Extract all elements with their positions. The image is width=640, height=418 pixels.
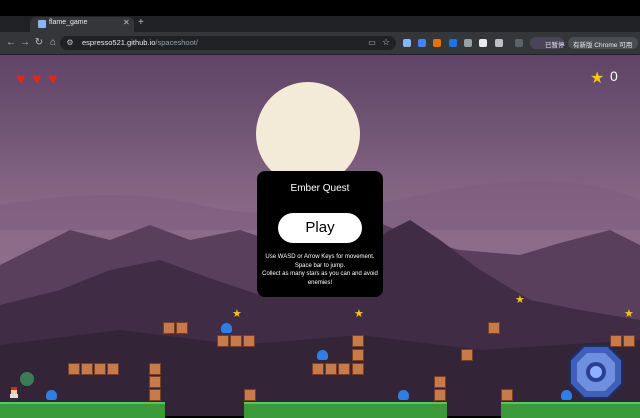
brick-block bbox=[312, 363, 324, 375]
brick-block bbox=[217, 335, 229, 347]
enemy-slime bbox=[317, 350, 328, 360]
brick-block bbox=[94, 363, 106, 375]
heart-icon: ♥ bbox=[16, 71, 26, 88]
back-icon[interactable]: ← bbox=[5, 37, 17, 48]
lives-display: ♥ ♥ ♥ bbox=[16, 71, 62, 88]
brick-block bbox=[68, 363, 80, 375]
jump-button[interactable] bbox=[20, 372, 34, 386]
star-pickup-icon: ★ bbox=[515, 294, 525, 306]
brick-block bbox=[434, 389, 446, 401]
tab-favicon-icon bbox=[38, 20, 46, 28]
brick-block bbox=[352, 363, 364, 375]
extension-3-icon[interactable] bbox=[433, 39, 441, 47]
instructions-line: Space bar to jump. bbox=[294, 262, 346, 269]
star-pickup-icon: ★ bbox=[624, 308, 634, 320]
score-value: 0 bbox=[610, 68, 618, 84]
brick-block bbox=[623, 335, 635, 347]
brick-block bbox=[338, 363, 350, 375]
brick-block bbox=[243, 335, 255, 347]
tab-close-icon[interactable]: ✕ bbox=[123, 18, 130, 27]
brick-block bbox=[325, 363, 337, 375]
star-pickup-icon: ★ bbox=[232, 308, 242, 320]
brick-block bbox=[461, 349, 473, 361]
brick-block bbox=[352, 335, 364, 347]
player-character bbox=[10, 387, 18, 401]
brick-block bbox=[488, 322, 500, 334]
home-icon[interactable]: ⌂ bbox=[47, 37, 59, 48]
brick-block bbox=[107, 363, 119, 375]
brick-block bbox=[149, 376, 161, 388]
brick-block bbox=[352, 349, 364, 361]
extension-2-icon[interactable] bbox=[418, 39, 426, 47]
instructions-line: Collect as many stars as you can and avo… bbox=[262, 271, 378, 286]
instructions-text: Use WASD or Arrow Keys for movement. Spa… bbox=[260, 253, 380, 287]
brick-block bbox=[434, 376, 446, 388]
extensions-puzzle-icon[interactable] bbox=[495, 39, 503, 47]
brick-block bbox=[230, 335, 242, 347]
url-host: espresso521.github.io bbox=[82, 38, 156, 47]
tab-title: flame_game bbox=[49, 19, 88, 26]
brick-block bbox=[176, 322, 188, 334]
enemy-slime bbox=[221, 323, 232, 333]
brick-block bbox=[163, 322, 175, 334]
url-path: /spaceshoot/ bbox=[155, 38, 198, 47]
bookmark-star-icon[interactable]: ☆ bbox=[380, 37, 392, 48]
forward-icon[interactable]: → bbox=[19, 37, 31, 48]
star-pickup-icon: ★ bbox=[354, 308, 364, 320]
side-panel-icon[interactable] bbox=[515, 39, 523, 47]
brick-block bbox=[149, 363, 161, 375]
extension-1-icon[interactable] bbox=[403, 39, 411, 47]
os-top-bar bbox=[0, 0, 640, 16]
extension-6-icon[interactable] bbox=[479, 39, 487, 47]
enemy-slime bbox=[398, 390, 409, 400]
brick-block bbox=[149, 389, 161, 401]
reload-icon[interactable]: ↻ bbox=[33, 37, 45, 48]
profile-label: 已暂停 bbox=[545, 42, 565, 49]
extension-4-icon[interactable] bbox=[449, 39, 457, 47]
play-button[interactable]: Play bbox=[278, 213, 362, 243]
update-chrome-label: 有新版 Chrome 可用 bbox=[573, 42, 633, 49]
site-info-icon[interactable]: ⚙ bbox=[64, 38, 76, 47]
virtual-joystick[interactable] bbox=[568, 344, 624, 400]
instructions-line: Use WASD or Arrow Keys for movement. bbox=[265, 254, 375, 260]
brick-block bbox=[501, 389, 513, 401]
url-text[interactable]: espresso521.github.io/spaceshoot/ bbox=[82, 38, 198, 47]
heart-icon: ♥ bbox=[32, 71, 42, 88]
brick-block bbox=[81, 363, 93, 375]
enemy-slime bbox=[46, 390, 57, 400]
extension-5-icon[interactable] bbox=[464, 39, 472, 47]
game-title: Ember Quest bbox=[290, 183, 350, 194]
new-tab-icon[interactable]: + bbox=[138, 17, 144, 28]
heart-icon: ♥ bbox=[48, 71, 58, 88]
brick-block bbox=[244, 389, 256, 401]
star-score-icon: ★ bbox=[590, 70, 605, 87]
cast-icon[interactable]: ▭ bbox=[366, 38, 378, 47]
